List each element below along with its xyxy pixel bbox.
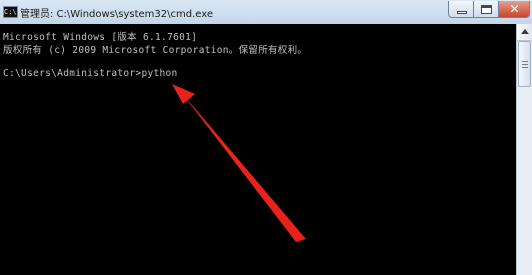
arrow-shaft xyxy=(181,92,306,242)
scroll-up-button[interactable] xyxy=(517,24,532,41)
grip-line xyxy=(522,64,528,65)
vertical-scrollbar[interactable] xyxy=(516,24,532,275)
close-icon: ✕ xyxy=(509,2,520,16)
close-button[interactable]: ✕ xyxy=(499,1,530,18)
window-title: 管理员: C:\Windows\system32\cmd.exe xyxy=(20,9,214,20)
console-output[interactable]: Microsoft Windows [版本 6.1.7601] 版权所有 (c)… xyxy=(0,24,516,275)
cmd-icon[interactable]: C:\ xyxy=(3,6,18,18)
scrollbar-thumb[interactable] xyxy=(518,41,531,87)
grip-line xyxy=(522,61,528,62)
minimize-button[interactable] xyxy=(448,1,474,18)
grip-line xyxy=(522,67,528,68)
title-bar[interactable]: C:\ 管理员: C:\Windows\system32\cmd.exe ✕ xyxy=(0,0,532,24)
minimize-icon xyxy=(457,11,467,14)
chevron-up-icon xyxy=(521,29,529,34)
red-arrow-annotation xyxy=(172,84,306,242)
maximize-icon xyxy=(481,5,492,14)
cmd-window: C:\ 管理员: C:\Windows\system32\cmd.exe ✕ M… xyxy=(0,0,532,275)
arrow-head xyxy=(172,84,195,104)
maximize-button[interactable] xyxy=(474,1,499,18)
